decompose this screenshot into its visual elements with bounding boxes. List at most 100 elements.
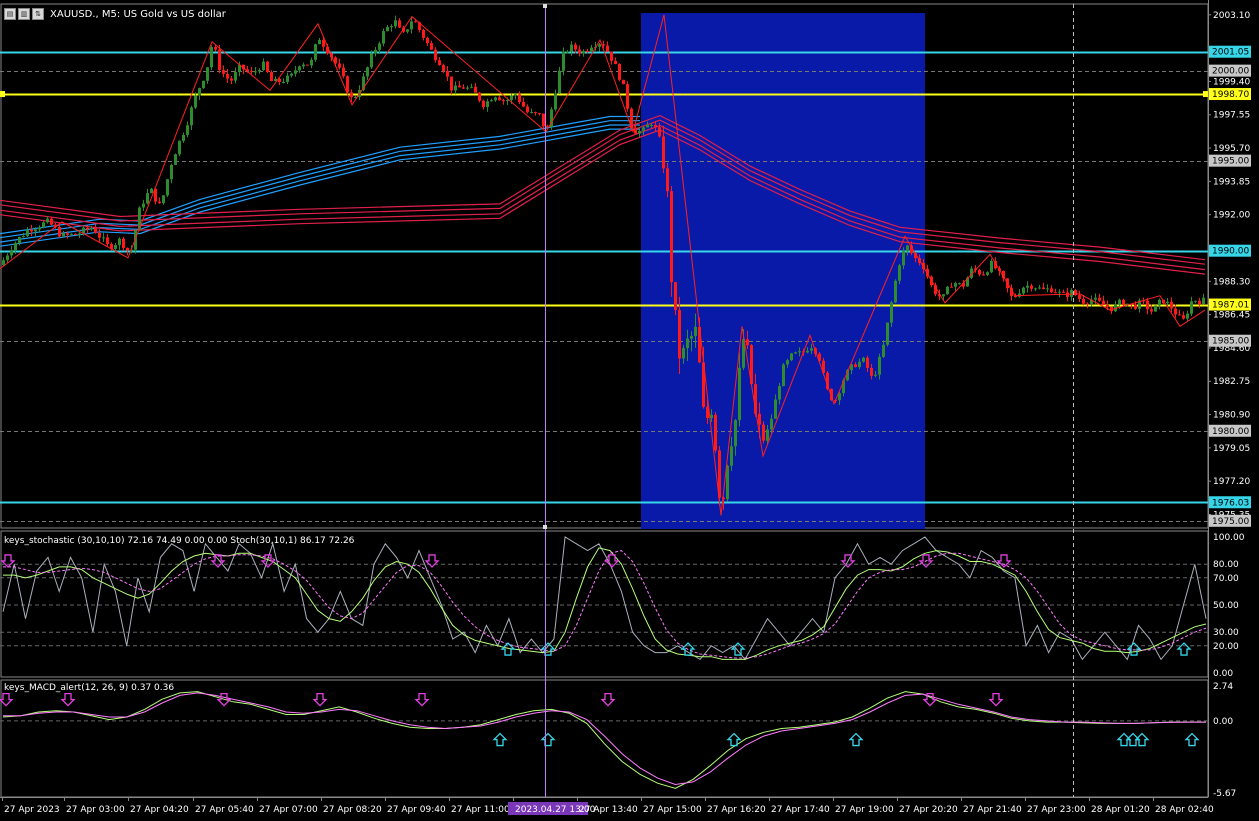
candle-body [770,418,773,430]
candle-body [662,136,665,169]
candle-body [174,154,177,165]
candle-body [862,357,865,362]
candle-body [586,51,589,53]
candle-body [738,367,741,421]
chart-type-icon[interactable]: ▥ [18,8,30,20]
candle-body [1050,288,1053,293]
candle-body [1042,287,1045,290]
candle-body [142,203,145,208]
price-tick-label: 1977.20 [1213,477,1250,487]
candle-body [222,69,225,74]
candle-body [990,260,993,273]
candle-body [382,31,385,44]
candle-body [522,101,525,107]
time-tick-label: 27 Apr 21:40 [963,805,1022,815]
candle-body [902,251,905,266]
candle-body [890,302,893,323]
candle-body [286,75,289,82]
candle-body [22,236,25,238]
candle-body [2,260,5,266]
candle-body [78,233,81,235]
candle-body [106,237,109,244]
time-tick-label: 27 Apr 04:20 [130,805,189,815]
candle-body [302,64,305,67]
candle-body [202,80,205,89]
candle-body [666,168,669,192]
candle-body [1170,301,1173,309]
price-tick-label: 1979.05 [1213,444,1250,454]
candle-body [1102,300,1105,306]
time-tick-label: 27 Apr 08:20 [323,805,382,815]
candle-body [570,44,573,52]
candle-body [618,64,621,80]
candle-body [34,229,37,232]
candle-body [566,51,569,53]
candle-body [186,125,189,135]
level-handle-left[interactable] [0,91,5,98]
price-level-label: 1990.00 [1212,247,1249,257]
candle-body [62,233,65,237]
candle-body [474,86,477,93]
candle-body [946,286,949,295]
candle-body [386,26,389,32]
candle-body [1150,309,1153,312]
candle-body [1034,288,1037,290]
candle-body [794,352,797,354]
candle-body [42,222,45,228]
candle-body [1134,304,1137,309]
trading-chart[interactable]: 2003.10 1999.40 1997.55 1995.70 1993.85 1992.… [0,0,1259,821]
candle-body [542,113,545,127]
candle-body [626,84,629,109]
candle-body [434,49,437,61]
candle-body [1046,288,1049,290]
candle-body [450,76,453,91]
candle-body [734,420,737,447]
candle-body [694,326,697,336]
candle-body [1030,285,1033,289]
highlight-box [641,13,925,530]
candle-body [950,286,953,288]
candle-body [782,364,785,387]
price-level-label: 1976.03 [1212,498,1249,508]
candle-body [530,112,533,114]
title-icons[interactable]: ▤ ▥ ⇅ [4,8,44,20]
macd-tick-label: 0.00 [1213,717,1233,727]
candle-body [502,100,505,102]
cursor-handle-bottom[interactable] [543,525,547,529]
candle-body [1190,301,1193,314]
price-tick-label: 2003.10 [1213,11,1250,21]
candle-body [294,70,297,74]
candle-body [394,20,397,27]
time-tick-label: 27 Apr 09:40 [387,805,446,815]
price-level-label: 2001.05 [1212,48,1249,58]
candle-body [86,227,89,230]
candle-body [1182,315,1185,319]
chart-window-icon[interactable]: ▤ [4,8,16,20]
trade-icon[interactable]: ⇅ [32,8,44,20]
candle-body [986,272,989,275]
time-tick-label: 27 Apr 07:00 [259,805,318,815]
candle-body [866,357,869,368]
candle-body [462,87,465,89]
candle-body [378,43,381,50]
candle-body [282,81,285,83]
candle-body [190,107,193,126]
candle-body [906,245,909,252]
candle-body [1106,305,1109,307]
candle-body [614,60,617,65]
cursor-handle-top[interactable] [543,4,547,8]
candle-body [622,79,625,85]
candle-body [414,21,417,23]
candle-body [170,164,173,180]
candle-body [730,446,733,466]
candle-body [162,195,165,204]
candle-body [454,85,457,91]
level-handle-right[interactable] [1203,91,1208,98]
time-tick-label: 27 Apr 2023 [4,805,60,815]
candle-body [958,283,961,285]
candle-body [1154,305,1157,312]
candle-body [878,356,881,375]
candle-body [234,72,237,81]
candle-body [1118,299,1121,305]
candle-body [646,125,649,128]
